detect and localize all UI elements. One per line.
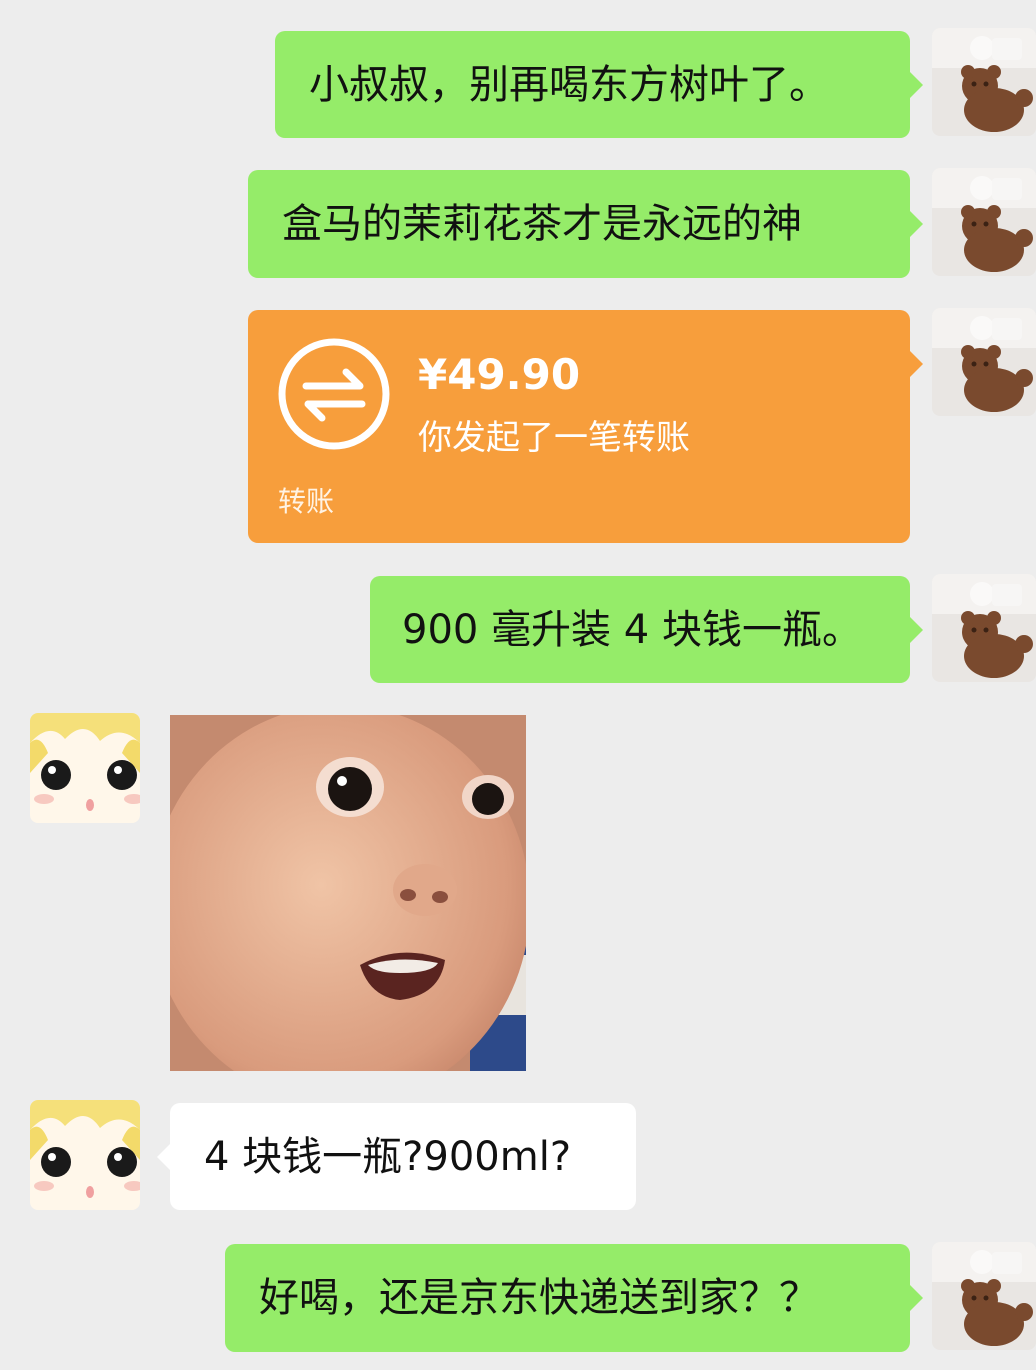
gingerbread-avatar-icon: [932, 308, 1036, 416]
my-avatar[interactable]: [932, 28, 1036, 136]
gingerbread-avatar-icon: [932, 168, 1036, 276]
gingerbread-avatar-icon: [932, 1242, 1036, 1350]
transfer-amount: ¥49.90: [418, 350, 581, 399]
message-text: 好喝，还是京东快递送到家？？: [259, 1275, 819, 1321]
message-text: 盒马的茉莉花茶才是永远的神: [282, 201, 802, 247]
contact-avatar[interactable]: [30, 713, 140, 823]
message-bubble-outgoing[interactable]: 盒马的茉莉花茶才是永远的神: [248, 170, 923, 278]
transfer-description: 你发起了一笔转账: [418, 418, 690, 458]
gingerbread-avatar-icon: [932, 28, 1036, 136]
my-avatar[interactable]: [932, 168, 1036, 276]
transfer-divider: [274, 470, 884, 471]
message-bubble-outgoing[interactable]: 好喝，还是京东快递送到家？？: [225, 1244, 923, 1352]
transfer-card[interactable]: ¥49.90 你发起了一笔转账 转账: [248, 310, 923, 543]
anime-face-avatar-icon: [30, 713, 140, 823]
transfer-label: 转账: [278, 485, 335, 518]
message-bubble-incoming[interactable]: 4 块钱一瓶?900ml?: [157, 1103, 636, 1210]
gingerbread-avatar-icon: [932, 574, 1036, 682]
message-text: 900 毫升装 4 块钱一瓶。: [402, 606, 862, 653]
chat-area: 小叔叔，别再喝东方树叶了。 盒马的茉莉花茶才是永远的神 ¥49.90 你发起了一…: [0, 0, 1036, 1370]
my-avatar[interactable]: [932, 1242, 1036, 1350]
transfer-arrows-icon: [278, 338, 390, 450]
anime-face-avatar-icon: [30, 1100, 140, 1210]
message-bubble-outgoing[interactable]: 小叔叔，别再喝东方树叶了。: [275, 31, 923, 138]
sticker-image[interactable]: [170, 715, 526, 1071]
baby-face-sticker: [170, 715, 526, 1071]
message-text: 小叔叔，别再喝东方树叶了。: [309, 61, 829, 108]
my-avatar[interactable]: [932, 574, 1036, 682]
my-avatar[interactable]: [932, 308, 1036, 416]
message-bubble-outgoing[interactable]: 900 毫升装 4 块钱一瓶。: [370, 576, 923, 683]
contact-avatar[interactable]: [30, 1100, 140, 1210]
message-text: 4 块钱一瓶?900ml?: [204, 1133, 572, 1180]
